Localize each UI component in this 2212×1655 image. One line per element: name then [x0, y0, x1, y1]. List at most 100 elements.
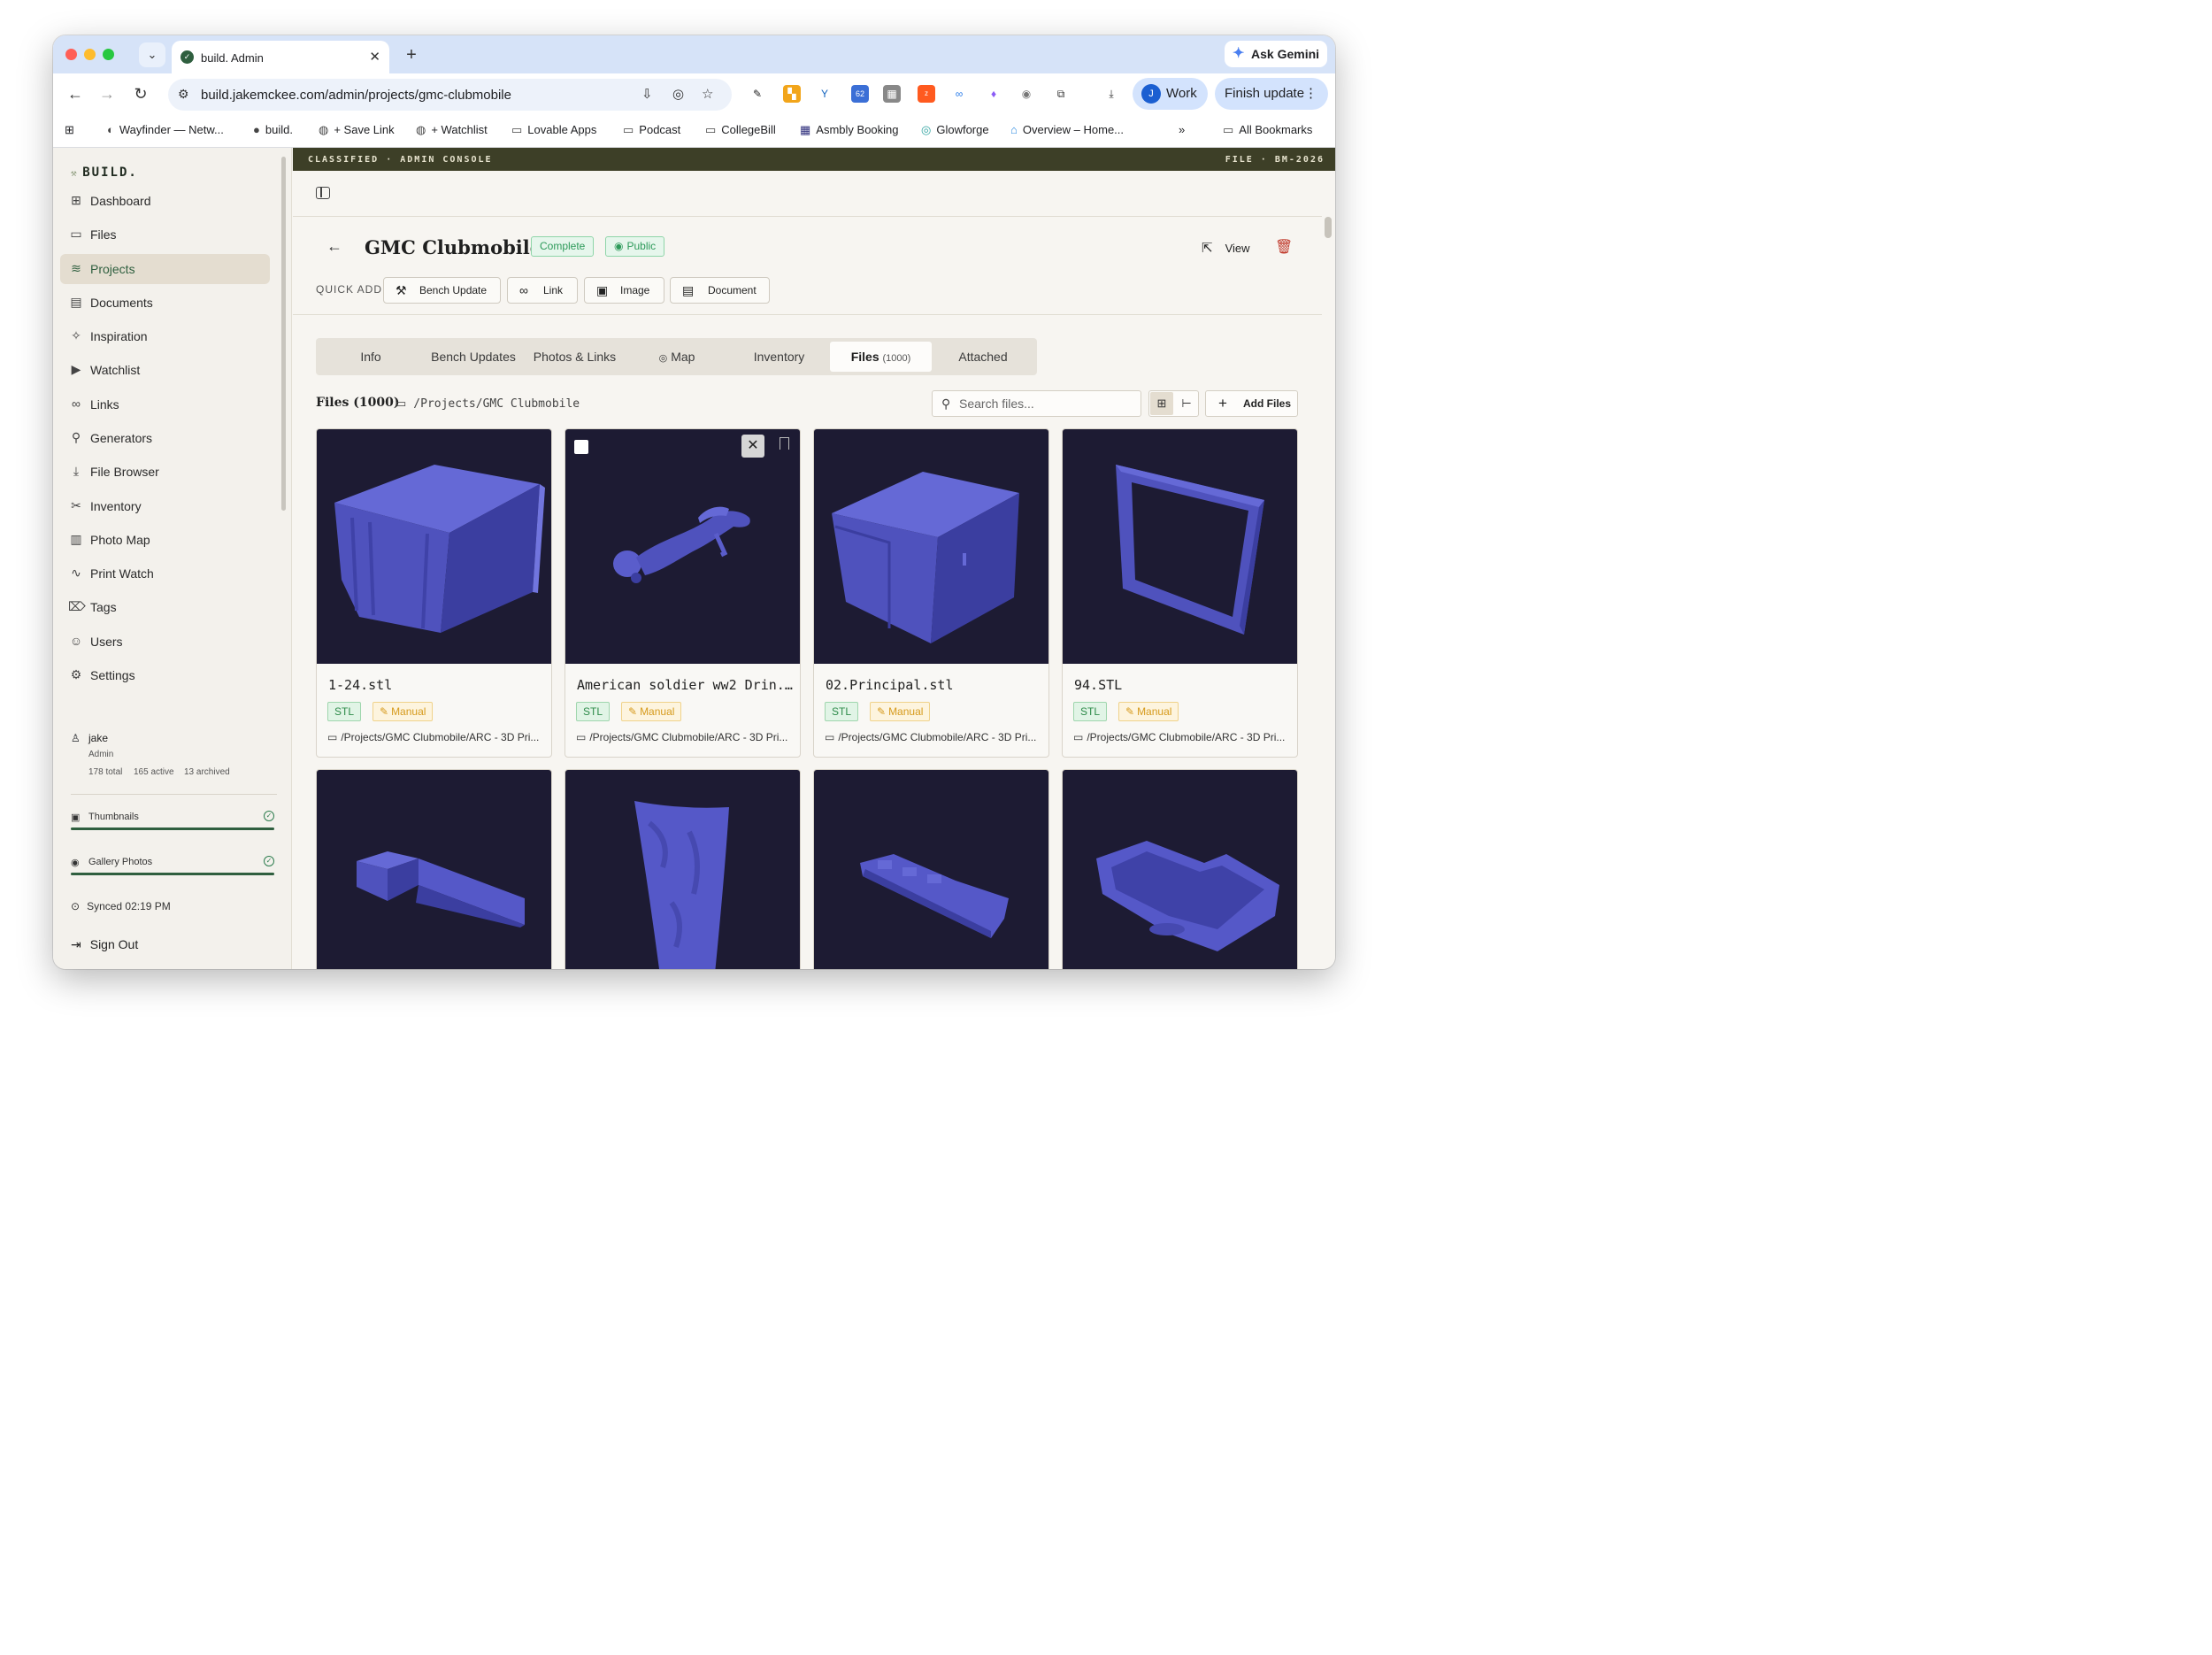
close-window-button[interactable] — [65, 49, 77, 60]
quick-add-document-button[interactable]: ▤ Document — [670, 277, 770, 304]
sidebar-item-inventory[interactable]: ✂ Inventory — [60, 491, 270, 521]
add-files-button[interactable]: + Add Files — [1205, 390, 1298, 417]
address-bar[interactable]: ⚙ build.jakemckee.com/admin/projects/gmc… — [168, 79, 732, 111]
file-card[interactable]: 94.STL STL ✎ Manual ▭/Projects/GMC Clubmo… — [1062, 428, 1298, 758]
bookmark-star-icon[interactable]: ☆ — [702, 86, 713, 102]
sidebar-item-inspiration[interactable]: ✧ Inspiration — [60, 321, 270, 351]
tab-info[interactable]: Info — [319, 342, 422, 372]
flame-ext-icon[interactable]: ♦ — [985, 85, 1002, 103]
all-bookmarks[interactable]: ▭ All Bookmarks — [1223, 123, 1312, 137]
zoom-window-button[interactable] — [103, 49, 114, 60]
sidebar-toggle-icon[interactable] — [316, 187, 330, 199]
tab-photos-links[interactable]: Photos & Links — [525, 342, 625, 372]
link-ext-icon[interactable]: ∞ — [950, 85, 968, 103]
sidebar-item-settings[interactable]: ⚙ Settings — [60, 660, 270, 690]
tab-bench-updates[interactable]: Bench Updates — [423, 342, 524, 372]
search-input[interactable]: ⚲ Search files... — [932, 390, 1141, 417]
file-name: 1-24.stl — [328, 677, 393, 693]
tab-files[interactable]: Files (1000) — [830, 342, 932, 372]
files-path-text: /Projects/GMC Clubmobile — [413, 397, 580, 411]
sidebar-item-generators[interactable]: ⚲ Generators — [60, 423, 270, 453]
eyedropper-ext-icon[interactable]: ✎ — [749, 85, 766, 103]
back-arrow-icon[interactable]: ← — [326, 237, 342, 256]
tab-map[interactable]: ◎ Map — [626, 342, 728, 372]
downloads-icon[interactable]: ⤓ — [1102, 85, 1120, 103]
sidebar-item-watchlist[interactable]: ▶ Watchlist — [60, 355, 270, 385]
forward-arrow-icon[interactable]: → — [96, 82, 119, 105]
brand-logo[interactable]: ⚒ BUILD. — [71, 166, 138, 180]
main-scrollbar[interactable] — [1325, 217, 1332, 238]
tracking-eye-icon[interactable]: ◎ — [672, 86, 684, 102]
bookmark-watchlist[interactable]: ◍ + Watchlist — [416, 123, 488, 137]
bookmark-icon[interactable] — [780, 437, 789, 450]
file-card[interactable] — [813, 769, 1049, 969]
bookmark-save-link[interactable]: ◍ + Save Link — [319, 123, 395, 137]
finish-update-button[interactable]: Finish update ⋮ — [1215, 78, 1328, 110]
select-checkbox[interactable] — [574, 440, 588, 454]
remove-file-close-icon[interactable]: ✕ — [741, 435, 764, 458]
search-icon: ⚲ — [941, 396, 951, 411]
file-card[interactable] — [316, 769, 552, 969]
kebab-menu-icon[interactable]: ⋮ — [1304, 78, 1317, 110]
calendar-ext-icon[interactable]: 62 — [851, 85, 869, 103]
file-card[interactable]: 1-24.stl STL ✎ Manual ▭/Projects/GMC Club… — [316, 428, 552, 758]
back-arrow-icon[interactable]: ← — [64, 82, 87, 105]
brand-name: BUILD. — [82, 166, 138, 180]
tab-attached[interactable]: Attached — [933, 342, 1033, 372]
sidebar-item-print-watch[interactable]: ∿ Print Watch — [60, 558, 270, 589]
build-favicon: ● — [253, 123, 260, 136]
bookmark-overview[interactable]: ⌂ Overview – Home... — [1010, 123, 1124, 136]
view-button[interactable]: ⇱ View — [1202, 240, 1250, 256]
sidebar-item-photo-map[interactable]: ▥ Photo Map — [60, 525, 270, 555]
reload-icon[interactable]: ↻ — [129, 82, 152, 105]
quick-add-bench-update-button[interactable]: ⚒ Bench Update — [383, 277, 501, 304]
tab-search-chevron-icon[interactable]: ⌄ — [139, 42, 165, 67]
sidebar-item-file-browser[interactable]: ⤓ File Browser — [60, 457, 270, 487]
y-ext-icon[interactable]: Y — [816, 85, 833, 103]
install-app-icon[interactable]: ⇩ — [641, 86, 653, 102]
quick-add-image-button[interactable]: ▣ Image — [584, 277, 664, 304]
sign-out-button[interactable]: ⇥ Sign Out — [71, 937, 138, 952]
bookmark-lovable-apps[interactable]: ▭ Lovable Apps — [511, 123, 596, 137]
tab-inventory[interactable]: Inventory — [729, 342, 829, 372]
delete-trash-icon[interactable]: 🗑 — [1275, 238, 1293, 256]
sidebar-item-links[interactable]: ∞ Links — [60, 389, 270, 420]
apps-grid-icon[interactable]: ⊞ — [65, 123, 74, 137]
file-card[interactable] — [565, 769, 801, 969]
bookmark-glowforge[interactable]: ◎ Glowforge — [921, 123, 989, 137]
sidebar-item-dashboard[interactable]: ⊞ Dashboard — [60, 186, 270, 216]
gallery-ext-icon[interactable]: ▦ — [883, 85, 901, 103]
more-bookmarks-chevron-icon[interactable]: » — [1179, 123, 1185, 136]
file-card[interactable] — [1062, 769, 1298, 969]
bookmark-label: All Bookmarks — [1239, 123, 1313, 136]
sidebar-item-users[interactable]: ☺ Users — [60, 627, 270, 657]
bookmark-asmbly[interactable]: ▦ Asmbly Booking — [800, 123, 899, 137]
sidebar-item-tags[interactable]: ⌦ Tags — [60, 592, 270, 622]
zapier-ext-icon[interactable]: z — [918, 85, 935, 103]
file-path-text: /Projects/GMC Clubmobile/ARC - 3D Pri... — [1087, 731, 1286, 743]
site-info-icon[interactable]: ⚙ — [178, 87, 189, 102]
bookmark-podcast[interactable]: ▭ Podcast — [623, 123, 680, 137]
browser-tab-active[interactable]: ✓ build. Admin ✕ — [172, 41, 389, 73]
orange-ext-icon[interactable]: ▚ — [783, 85, 801, 103]
bookmark-build[interactable]: ● build. — [253, 123, 293, 136]
sidebar-scrollbar[interactable] — [281, 157, 286, 511]
file-card[interactable]: 02.Principal.stl STL ✎ Manual ▭/Projects/… — [813, 428, 1049, 758]
file-card-hovered[interactable]: ✕ American soldier ww2 Drin... STL ✎ Manu… — [565, 428, 801, 758]
minimize-window-button[interactable] — [84, 49, 96, 60]
sidebar-item-files[interactable]: ▭ Files — [60, 219, 270, 250]
tree-view-icon[interactable]: ⊢ — [1175, 392, 1198, 415]
sidebar-item-documents[interactable]: ▤ Documents — [60, 288, 270, 318]
new-tab-icon[interactable]: + — [399, 42, 424, 67]
camera-ext-icon[interactable]: ◉ — [1018, 85, 1035, 103]
bookmark-wayfinder[interactable]: ◐ Wayfinder — Netw... — [107, 123, 224, 136]
sidebar-item-projects[interactable]: ≋ Projects — [60, 254, 270, 284]
ask-gemini-button[interactable]: ✦ Ask Gemini — [1225, 41, 1327, 67]
gemini-spark-icon: ✦ — [1233, 46, 1245, 61]
extensions-puzzle-icon[interactable]: ⧉ — [1052, 85, 1070, 103]
grid-view-icon[interactable]: ⊞ — [1150, 392, 1173, 415]
bookmark-collegebill[interactable]: ▭ CollegeBill — [705, 123, 776, 137]
tab-close-icon[interactable]: ✕ — [369, 49, 380, 65]
quick-add-link-button[interactable]: ∞ Link — [507, 277, 578, 304]
profile-button[interactable]: J Work — [1133, 78, 1208, 110]
